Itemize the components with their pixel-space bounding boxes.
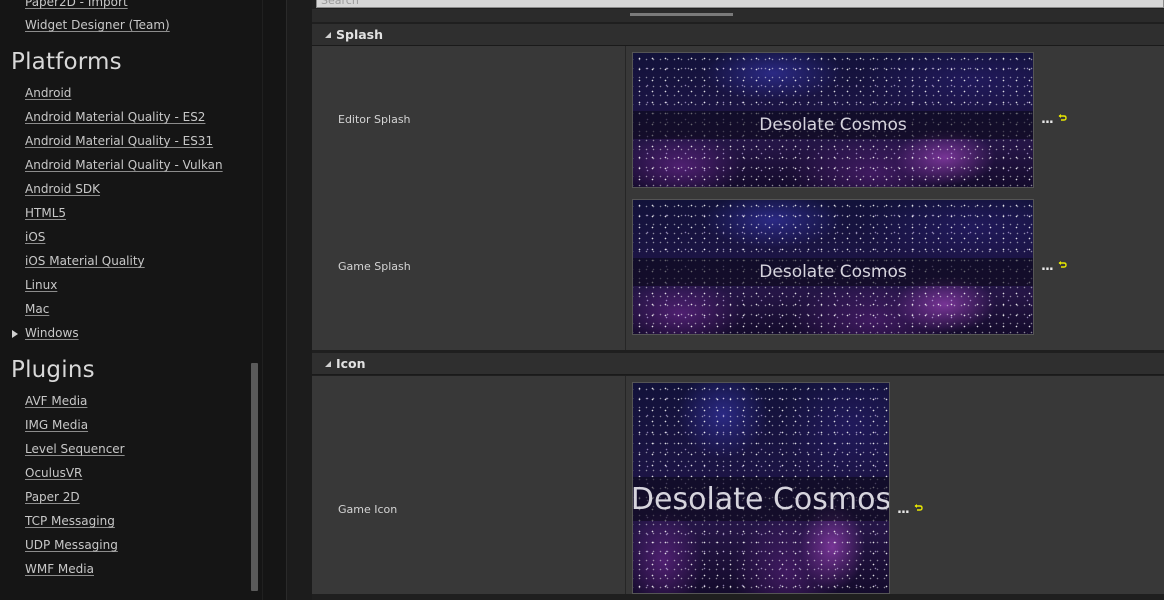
sidebar-link-android-material-quality-es2[interactable]: Android Material Quality - ES2 bbox=[25, 110, 205, 124]
plugins-heading: Plugins bbox=[11, 357, 95, 383]
collapse-arrow-icon[interactable] bbox=[325, 32, 331, 38]
sidebar-link-android-sdk[interactable]: Android SDK bbox=[25, 182, 100, 196]
game-icon-thumbnail[interactable]: Desolate Cosmos bbox=[632, 382, 890, 594]
game-icon-browse-button[interactable]: ... bbox=[897, 502, 910, 517]
sidebar-link-oculusvr[interactable]: OculusVR bbox=[25, 466, 82, 480]
reset-to-default-icon[interactable] bbox=[1058, 114, 1067, 122]
details-gutter bbox=[286, 0, 313, 600]
sidebar-link-wmf-media[interactable]: WMF Media bbox=[25, 562, 94, 576]
details-panel: Search Splash Editor Splash Desolate Cos… bbox=[312, 0, 1164, 600]
icon-image-title: Desolate Cosmos bbox=[633, 477, 889, 521]
sidebar-link-ios[interactable]: iOS bbox=[25, 230, 45, 244]
reset-to-default-icon[interactable] bbox=[1058, 261, 1067, 269]
expand-arrow-icon[interactable] bbox=[12, 330, 18, 338]
sidebar-link-windows[interactable]: Windows bbox=[25, 326, 79, 340]
sidebar-link-ios-material-quality[interactable]: iOS Material Quality bbox=[25, 254, 145, 268]
sidebar-link-img-media[interactable]: IMG Media bbox=[25, 418, 88, 432]
sidebar-link-level-sequencer[interactable]: Level Sequencer bbox=[25, 442, 125, 456]
category-splash-label: Splash bbox=[336, 27, 384, 42]
column-splitter-strip bbox=[312, 9, 1164, 22]
sidebar-link-html5[interactable]: HTML5 bbox=[25, 206, 66, 220]
splash-image-title: Desolate Cosmos bbox=[633, 111, 1033, 139]
editor-splash-label: Editor Splash bbox=[338, 113, 411, 126]
panel-gutter bbox=[262, 0, 288, 600]
collapse-arrow-icon[interactable] bbox=[325, 361, 331, 367]
game-icon-label: Game Icon bbox=[338, 503, 398, 516]
game-splash-label: Game Splash bbox=[338, 260, 411, 273]
name-value-divider[interactable] bbox=[625, 376, 626, 594]
settings-sidebar: Paper2D - Import Widget Designer (Team) … bbox=[0, 0, 262, 600]
sidebar-link-mac[interactable]: Mac bbox=[25, 302, 49, 316]
editor-splash-browse-button[interactable]: ... bbox=[1041, 112, 1054, 127]
sidebar-link-android-material-quality-vulkan[interactable]: Android Material Quality - Vulkan bbox=[25, 158, 223, 172]
platforms-heading: Platforms bbox=[11, 49, 122, 75]
category-splash-header[interactable]: Splash bbox=[312, 24, 1164, 46]
sidebar-link-avf-media[interactable]: AVF Media bbox=[25, 394, 87, 408]
sidebar-link-widget-designer-team[interactable]: Widget Designer (Team) bbox=[25, 18, 170, 32]
category-icon-label: Icon bbox=[336, 356, 366, 371]
column-splitter-handle[interactable] bbox=[630, 13, 733, 16]
category-icon-header[interactable]: Icon bbox=[312, 353, 1164, 375]
sidebar-link-paper-2d[interactable]: Paper 2D bbox=[25, 490, 80, 504]
sidebar-link-udp-messaging[interactable]: UDP Messaging bbox=[25, 538, 118, 552]
splash-image-title: Desolate Cosmos bbox=[633, 258, 1033, 286]
reset-to-default-icon[interactable] bbox=[914, 504, 923, 512]
search-input[interactable]: Search bbox=[316, 0, 1164, 8]
name-value-divider[interactable] bbox=[625, 46, 626, 350]
sidebar-link-android[interactable]: Android bbox=[25, 86, 71, 100]
sidebar-link-android-material-quality-es31[interactable]: Android Material Quality - ES31 bbox=[25, 134, 213, 148]
game-splash-thumbnail[interactable]: Desolate Cosmos bbox=[632, 199, 1034, 335]
editor-splash-thumbnail[interactable]: Desolate Cosmos bbox=[632, 52, 1034, 188]
sidebar-scrollbar-thumb[interactable] bbox=[251, 363, 258, 591]
splash-properties: Editor Splash Desolate Cosmos ... Game S… bbox=[312, 46, 1164, 350]
sidebar-link-linux[interactable]: Linux bbox=[25, 278, 57, 292]
game-splash-browse-button[interactable]: ... bbox=[1041, 259, 1054, 274]
sidebar-link-paper2d-import[interactable]: Paper2D - Import bbox=[25, 0, 128, 9]
sidebar-link-tcp-messaging[interactable]: TCP Messaging bbox=[25, 514, 115, 528]
icon-properties: Game Icon Desolate Cosmos ... bbox=[312, 376, 1164, 594]
